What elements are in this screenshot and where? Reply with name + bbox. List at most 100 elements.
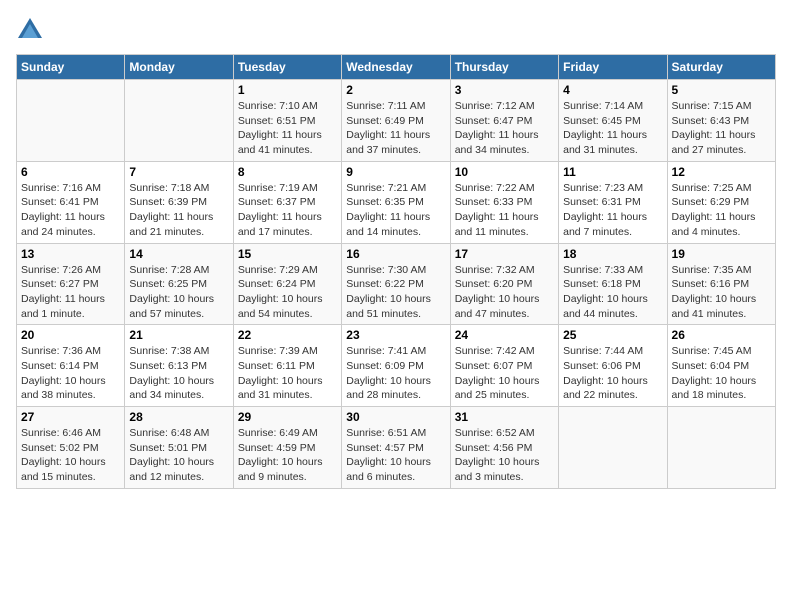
- day-number: 10: [455, 165, 554, 179]
- day-number: 29: [238, 410, 337, 424]
- calendar-cell: 28 Sunrise: 6:48 AMSunset: 5:01 PMDayligh…: [125, 407, 233, 489]
- calendar-cell: 25 Sunrise: 7:44 AMSunset: 6:06 PMDayligh…: [559, 325, 667, 407]
- calendar-cell: 13Sunrise: 7:26 AMSunset: 6:27 PMDayligh…: [17, 243, 125, 325]
- week-row: 1 Sunrise: 7:10 AMSunset: 6:51 PMDaylight…: [17, 80, 776, 162]
- day-info: Sunrise: 7:44 AMSunset: 6:06 PMDaylight:…: [563, 344, 662, 403]
- day-info: Sunrise: 7:10 AMSunset: 6:51 PMDaylight:…: [238, 99, 337, 158]
- day-number: 28: [129, 410, 228, 424]
- week-row: 27Sunrise: 6:46 AMSunset: 5:02 PMDayligh…: [17, 407, 776, 489]
- day-number: 26: [672, 328, 771, 342]
- day-info: Sunrise: 7:26 AMSunset: 6:27 PMDaylight:…: [21, 263, 120, 322]
- calendar-cell: 27Sunrise: 6:46 AMSunset: 5:02 PMDayligh…: [17, 407, 125, 489]
- day-info: Sunrise: 6:52 AMSunset: 4:56 PMDaylight:…: [455, 426, 554, 485]
- day-info: Sunrise: 6:49 AMSunset: 4:59 PMDaylight:…: [238, 426, 337, 485]
- day-info: Sunrise: 7:11 AMSunset: 6:49 PMDaylight:…: [346, 99, 445, 158]
- page-header: [16, 16, 776, 44]
- day-info: Sunrise: 6:51 AMSunset: 4:57 PMDaylight:…: [346, 426, 445, 485]
- day-number: 6: [21, 165, 120, 179]
- day-number: 1: [238, 83, 337, 97]
- day-info: Sunrise: 7:33 AMSunset: 6:18 PMDaylight:…: [563, 263, 662, 322]
- day-info: Sunrise: 7:25 AMSunset: 6:29 PMDaylight:…: [672, 181, 771, 240]
- calendar-cell: 12Sunrise: 7:25 AMSunset: 6:29 PMDayligh…: [667, 161, 775, 243]
- day-number: 27: [21, 410, 120, 424]
- week-row: 13Sunrise: 7:26 AMSunset: 6:27 PMDayligh…: [17, 243, 776, 325]
- calendar-body: 1 Sunrise: 7:10 AMSunset: 6:51 PMDaylight…: [17, 80, 776, 489]
- day-number: 17: [455, 247, 554, 261]
- calendar-header: SundayMondayTuesdayWednesdayThursdayFrid…: [17, 55, 776, 80]
- day-number: 22: [238, 328, 337, 342]
- day-number: 15: [238, 247, 337, 261]
- calendar-cell: 7 Sunrise: 7:18 AMSunset: 6:39 PMDaylight…: [125, 161, 233, 243]
- calendar-cell: 9 Sunrise: 7:21 AMSunset: 6:35 PMDaylight…: [342, 161, 450, 243]
- header-row: SundayMondayTuesdayWednesdayThursdayFrid…: [17, 55, 776, 80]
- day-info: Sunrise: 7:30 AMSunset: 6:22 PMDaylight:…: [346, 263, 445, 322]
- header-cell-sunday: Sunday: [17, 55, 125, 80]
- calendar-cell: 18 Sunrise: 7:33 AMSunset: 6:18 PMDayligh…: [559, 243, 667, 325]
- day-info: Sunrise: 7:29 AMSunset: 6:24 PMDaylight:…: [238, 263, 337, 322]
- day-number: 5: [672, 83, 771, 97]
- logo: [16, 16, 48, 44]
- day-info: Sunrise: 7:22 AMSunset: 6:33 PMDaylight:…: [455, 181, 554, 240]
- day-number: 11: [563, 165, 662, 179]
- day-info: Sunrise: 7:15 AMSunset: 6:43 PMDaylight:…: [672, 99, 771, 158]
- day-info: Sunrise: 7:16 AMSunset: 6:41 PMDaylight:…: [21, 181, 120, 240]
- calendar-cell: 11 Sunrise: 7:23 AMSunset: 6:31 PMDayligh…: [559, 161, 667, 243]
- calendar-cell: 31 Sunrise: 6:52 AMSunset: 4:56 PMDayligh…: [450, 407, 558, 489]
- logo-icon: [16, 16, 44, 44]
- day-info: Sunrise: 7:38 AMSunset: 6:13 PMDaylight:…: [129, 344, 228, 403]
- calendar-cell: 6 Sunrise: 7:16 AMSunset: 6:41 PMDaylight…: [17, 161, 125, 243]
- calendar-cell: 29 Sunrise: 6:49 AMSunset: 4:59 PMDayligh…: [233, 407, 341, 489]
- day-number: 18: [563, 247, 662, 261]
- calendar-cell: 8 Sunrise: 7:19 AMSunset: 6:37 PMDaylight…: [233, 161, 341, 243]
- calendar-cell: 21 Sunrise: 7:38 AMSunset: 6:13 PMDayligh…: [125, 325, 233, 407]
- day-info: Sunrise: 7:19 AMSunset: 6:37 PMDaylight:…: [238, 181, 337, 240]
- calendar-cell: 30 Sunrise: 6:51 AMSunset: 4:57 PMDayligh…: [342, 407, 450, 489]
- day-info: Sunrise: 7:32 AMSunset: 6:20 PMDaylight:…: [455, 263, 554, 322]
- day-number: 14: [129, 247, 228, 261]
- calendar-cell: 1 Sunrise: 7:10 AMSunset: 6:51 PMDaylight…: [233, 80, 341, 162]
- day-info: Sunrise: 7:41 AMSunset: 6:09 PMDaylight:…: [346, 344, 445, 403]
- day-number: 31: [455, 410, 554, 424]
- calendar-cell: 20 Sunrise: 7:36 AMSunset: 6:14 PMDayligh…: [17, 325, 125, 407]
- calendar-table: SundayMondayTuesdayWednesdayThursdayFrid…: [16, 54, 776, 489]
- day-number: 7: [129, 165, 228, 179]
- day-info: Sunrise: 7:18 AMSunset: 6:39 PMDaylight:…: [129, 181, 228, 240]
- day-number: 20: [21, 328, 120, 342]
- day-number: 24: [455, 328, 554, 342]
- calendar-cell: 23 Sunrise: 7:41 AMSunset: 6:09 PMDayligh…: [342, 325, 450, 407]
- day-info: Sunrise: 7:14 AMSunset: 6:45 PMDaylight:…: [563, 99, 662, 158]
- header-cell-monday: Monday: [125, 55, 233, 80]
- header-cell-tuesday: Tuesday: [233, 55, 341, 80]
- day-info: Sunrise: 7:42 AMSunset: 6:07 PMDaylight:…: [455, 344, 554, 403]
- day-number: 8: [238, 165, 337, 179]
- day-number: 30: [346, 410, 445, 424]
- calendar-cell: 16 Sunrise: 7:30 AMSunset: 6:22 PMDayligh…: [342, 243, 450, 325]
- day-number: 16: [346, 247, 445, 261]
- day-number: 9: [346, 165, 445, 179]
- day-info: Sunrise: 7:21 AMSunset: 6:35 PMDaylight:…: [346, 181, 445, 240]
- day-number: 21: [129, 328, 228, 342]
- day-number: 25: [563, 328, 662, 342]
- calendar-cell: 14 Sunrise: 7:28 AMSunset: 6:25 PMDayligh…: [125, 243, 233, 325]
- calendar-cell: [667, 407, 775, 489]
- calendar-cell: 5 Sunrise: 7:15 AMSunset: 6:43 PMDaylight…: [667, 80, 775, 162]
- day-info: Sunrise: 7:35 AMSunset: 6:16 PMDaylight:…: [672, 263, 771, 322]
- week-row: 20 Sunrise: 7:36 AMSunset: 6:14 PMDayligh…: [17, 325, 776, 407]
- day-info: Sunrise: 7:23 AMSunset: 6:31 PMDaylight:…: [563, 181, 662, 240]
- day-info: Sunrise: 6:48 AMSunset: 5:01 PMDaylight:…: [129, 426, 228, 485]
- calendar-cell: 24 Sunrise: 7:42 AMSunset: 6:07 PMDayligh…: [450, 325, 558, 407]
- calendar-cell: [125, 80, 233, 162]
- day-info: Sunrise: 7:36 AMSunset: 6:14 PMDaylight:…: [21, 344, 120, 403]
- calendar-cell: 22Sunrise: 7:39 AMSunset: 6:11 PMDayligh…: [233, 325, 341, 407]
- calendar-cell: 2Sunrise: 7:11 AMSunset: 6:49 PMDaylight…: [342, 80, 450, 162]
- day-info: Sunrise: 7:28 AMSunset: 6:25 PMDaylight:…: [129, 263, 228, 322]
- calendar-cell: 26 Sunrise: 7:45 AMSunset: 6:04 PMDayligh…: [667, 325, 775, 407]
- header-cell-friday: Friday: [559, 55, 667, 80]
- day-number: 4: [563, 83, 662, 97]
- calendar-cell: 19Sunrise: 7:35 AMSunset: 6:16 PMDayligh…: [667, 243, 775, 325]
- week-row: 6 Sunrise: 7:16 AMSunset: 6:41 PMDaylight…: [17, 161, 776, 243]
- day-number: 3: [455, 83, 554, 97]
- header-cell-saturday: Saturday: [667, 55, 775, 80]
- day-info: Sunrise: 7:45 AMSunset: 6:04 PMDaylight:…: [672, 344, 771, 403]
- day-number: 23: [346, 328, 445, 342]
